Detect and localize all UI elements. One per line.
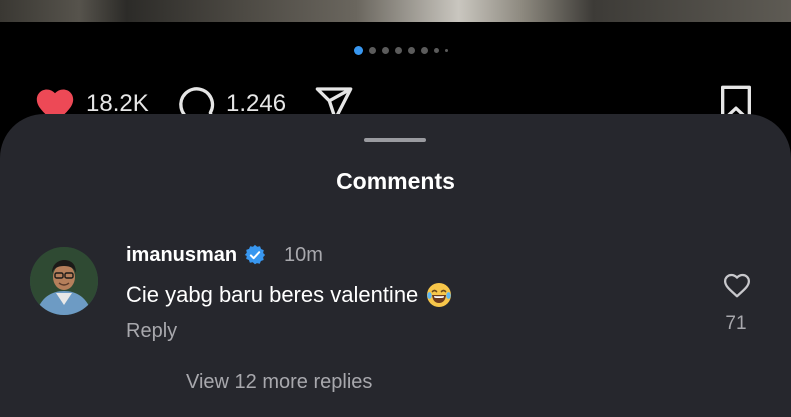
- carousel-dot: [369, 47, 376, 54]
- avatar[interactable]: [30, 247, 98, 315]
- comment-text: Cie yabg baru beres valentine: [126, 282, 419, 307]
- carousel-dot: [395, 47, 402, 54]
- carousel-dot: [408, 47, 415, 54]
- carousel-dot: [434, 48, 439, 53]
- laughing-tears-emoji: [427, 283, 452, 307]
- carousel-dot: [421, 47, 428, 54]
- verified-badge-icon: [244, 244, 266, 265]
- carousel-dot: [382, 47, 389, 54]
- heart-outline-icon[interactable]: [722, 271, 752, 299]
- comment-username[interactable]: imanusman: [126, 244, 237, 267]
- carousel-dot: [445, 49, 448, 52]
- sheet-title: Comments: [336, 168, 455, 194]
- comment-like-count: 71: [725, 313, 747, 334]
- post-image[interactable]: [0, 0, 791, 22]
- comments-sheet: Comments imanusman 10m Cie yabg baru ber…: [0, 114, 791, 417]
- comment-body: Cie yabg baru beres valentine: [126, 282, 452, 308]
- carousel-dot-active: [354, 46, 363, 55]
- comment-timestamp: 10m: [284, 244, 323, 266]
- avatar-portrait: [30, 247, 98, 315]
- reply-button[interactable]: Reply: [126, 320, 177, 343]
- sheet-drag-handle[interactable]: [364, 138, 426, 142]
- view-more-replies-button[interactable]: View 12 more replies: [186, 371, 372, 394]
- carousel-indicator: [354, 46, 448, 55]
